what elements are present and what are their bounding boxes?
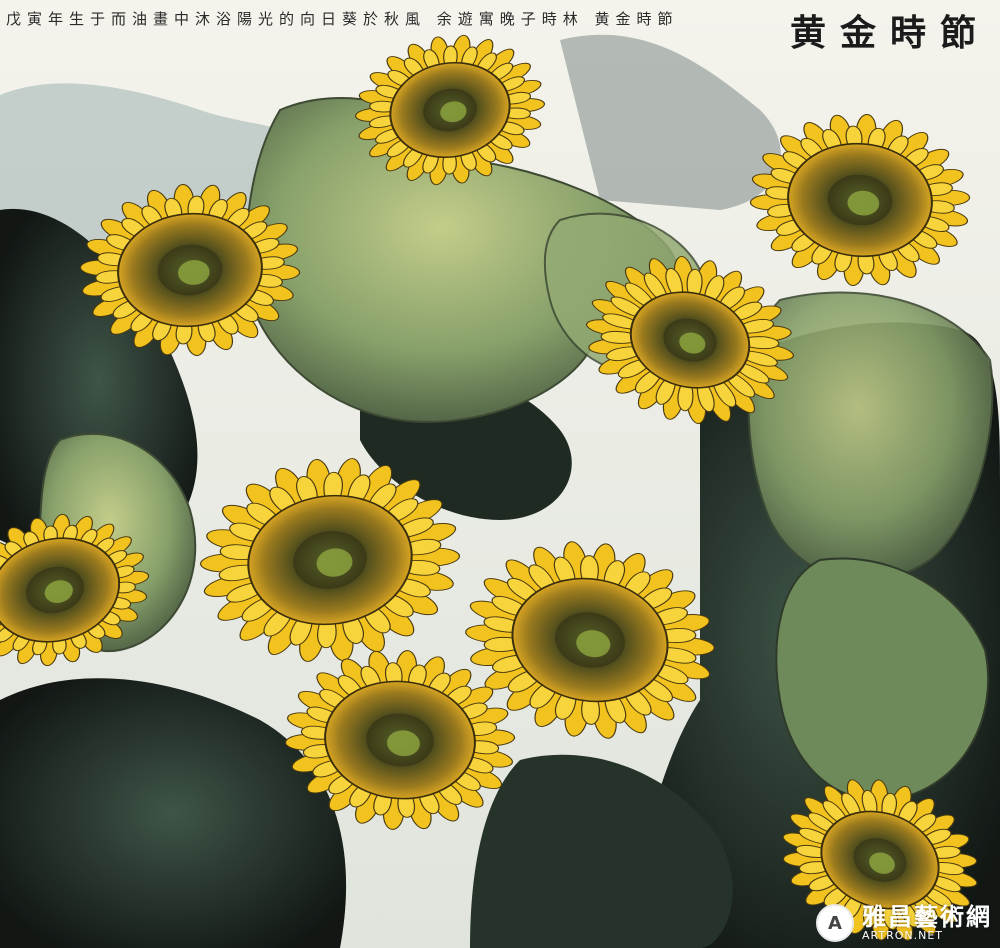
watermark-url: ARTRON.NET	[862, 928, 944, 942]
painting-title: 黄金時節	[789, 12, 990, 54]
painting-canvas: 戊寅年生于而油畫中沐浴陽光的向日葵於秋風 余遊寓晚子時林 黄金時節 黄金時節 A…	[0, 0, 1000, 948]
watermark: A 雅昌藝術網 ARTRON.NET	[816, 904, 992, 942]
watermark-cn: 雅昌藝術網	[862, 902, 992, 931]
inscription-text: 戊寅年生于而油畫中沐浴陽光的向日葵於秋風 余遊寓晚子時林 黄金時節	[6, 10, 679, 28]
artron-logo-icon: A	[816, 904, 854, 942]
sunflower-painting	[0, 0, 1000, 948]
